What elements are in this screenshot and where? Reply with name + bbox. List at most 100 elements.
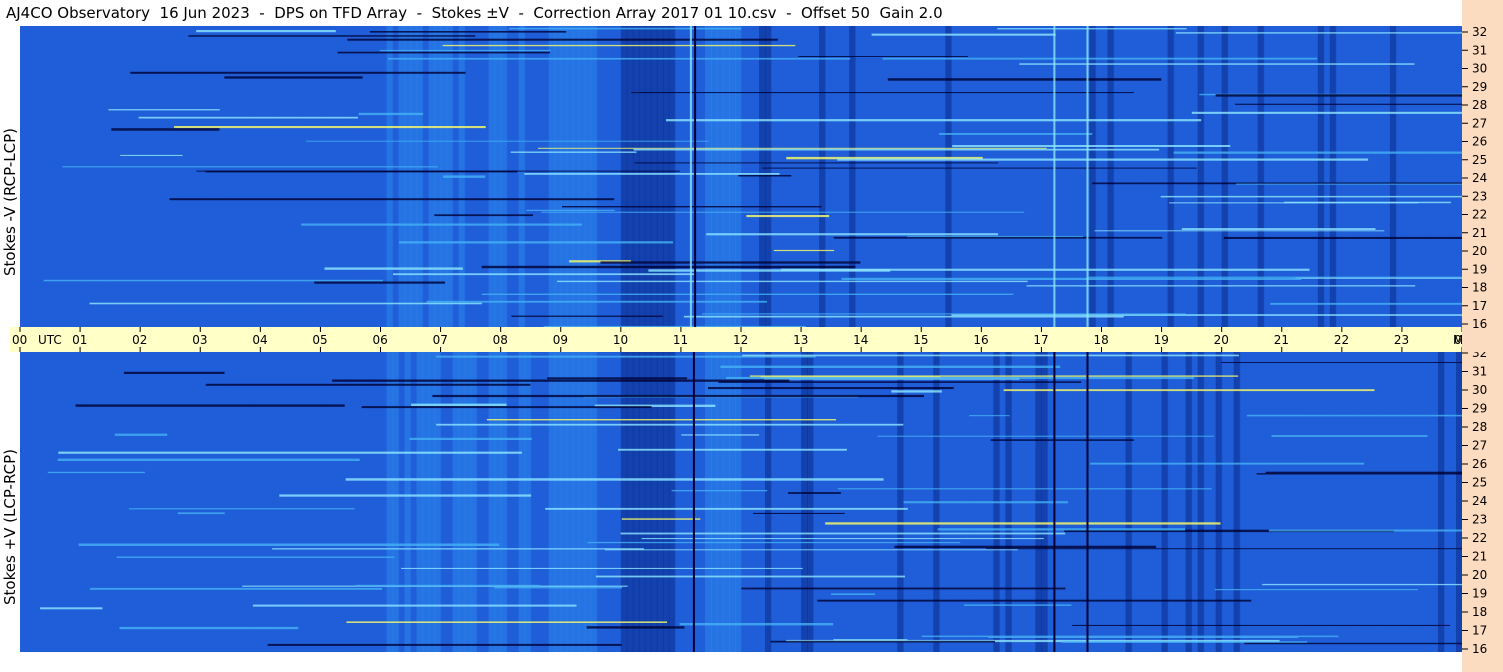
spectrogram-column — [602, 26, 610, 328]
spectrogram-column — [1407, 352, 1415, 652]
spectrogram-column — [614, 26, 622, 328]
spectrogram-column — [1329, 352, 1337, 652]
interference-streak — [882, 57, 1318, 60]
interference-streak — [301, 223, 582, 226]
spectrogram-column — [422, 352, 430, 652]
spectrogram-column — [212, 26, 219, 328]
spectrogram-column — [104, 26, 111, 328]
interference-streak — [788, 492, 841, 494]
spectrogram-column — [771, 26, 778, 328]
interference-streak — [679, 623, 834, 626]
frequency-tick-label: 17 — [1472, 624, 1487, 638]
time-tick-label: 15 — [913, 333, 928, 347]
spectrogram-column — [1299, 26, 1307, 328]
interference-streak — [738, 175, 792, 177]
frequency-tick-label: 29 — [1472, 402, 1487, 416]
interference-streak — [1271, 435, 1428, 437]
time-tick-label: 16 — [973, 333, 988, 347]
interference-streak — [1215, 94, 1462, 97]
interference-streak — [205, 383, 531, 386]
spectrogram-column — [314, 352, 322, 652]
spectrogram-column — [1089, 352, 1097, 652]
spectrogram-column — [1455, 352, 1462, 652]
spectrogram-column — [1233, 352, 1241, 652]
spectrogram-column — [915, 26, 922, 328]
interference-streak — [620, 532, 1066, 535]
interference-streak — [586, 626, 685, 629]
interference-streak — [205, 170, 518, 173]
frequency-tick-label: 21 — [1472, 226, 1487, 240]
spectrogram-column — [1173, 26, 1181, 328]
spectrogram-column — [1245, 26, 1253, 328]
spectrogram-column — [206, 352, 213, 652]
spectrogram-column — [206, 26, 213, 328]
spectrogram-column — [512, 26, 520, 328]
spectrogram-column — [290, 26, 297, 328]
interference-streak — [618, 448, 847, 451]
time-tick-label: 00 — [12, 333, 27, 347]
spectrogram-column — [1383, 352, 1391, 652]
interference-streak — [547, 377, 688, 380]
spectrogram-column — [1353, 352, 1361, 652]
spectrogram-column — [656, 26, 664, 328]
dark-time-line — [1053, 352, 1056, 652]
interference-streak — [903, 501, 1068, 504]
interference-streak — [871, 33, 1056, 36]
interference-streak — [1160, 195, 1462, 198]
spectrogram-column — [296, 26, 303, 328]
spectrogram-column — [32, 352, 39, 652]
spectrogram-column — [927, 26, 934, 328]
time-tick-label: 10 — [613, 333, 628, 347]
spectrogram-column — [1023, 26, 1030, 328]
spectrogram-column — [1131, 26, 1139, 328]
interference-streak — [116, 556, 395, 558]
spectrogram-column — [1191, 26, 1199, 328]
spectrogram-column — [182, 352, 189, 652]
interference-streak — [541, 211, 1025, 213]
spectrogram-column — [530, 26, 538, 328]
spectrogram-column — [20, 352, 27, 652]
frequency-tick-label: 26 — [1472, 135, 1487, 149]
spectrogram-column — [500, 26, 508, 328]
spectrogram-column — [1335, 352, 1343, 652]
spectrogram-column — [759, 26, 766, 328]
interference-streak — [545, 507, 908, 510]
interference-streak — [1214, 589, 1418, 591]
frequency-tick-label: 30 — [1472, 62, 1487, 76]
time-tick-label: 19 — [1154, 333, 1169, 347]
spectrogram-column — [56, 352, 63, 652]
interference-streak — [986, 548, 1462, 550]
spectrogram-column — [1371, 352, 1379, 652]
spectrogram-column — [1113, 352, 1121, 652]
interference-streak — [1072, 624, 1450, 626]
frequency-tick-label: 18 — [1472, 281, 1487, 295]
spectrogram-column — [128, 26, 135, 328]
spectrogram-column — [1311, 26, 1319, 328]
spectrogram-column — [200, 352, 207, 652]
spectrogram-column — [230, 26, 237, 328]
spectrogram-column — [1215, 352, 1223, 652]
time-tick-label: 14 — [853, 333, 868, 347]
time-tick-label: 01 — [72, 333, 87, 347]
interference-streak — [708, 387, 954, 390]
dark-time-line — [692, 352, 695, 652]
interference-streak — [1244, 642, 1462, 645]
spectrogram-column — [590, 26, 598, 328]
interference-streak — [587, 541, 961, 544]
interference-streak — [939, 133, 1093, 135]
top-panel-y-axis-label: Stokes -V (RCP-LCP) — [1, 128, 19, 276]
spectrogram-column — [1347, 352, 1355, 652]
interference-streak — [600, 261, 861, 264]
spectrogram-column — [380, 352, 388, 652]
spectrogram-column — [909, 26, 916, 328]
interference-streak — [753, 512, 845, 514]
spectrogram-column — [26, 26, 33, 328]
spectrogram-column — [1419, 352, 1427, 652]
spectrogram-column — [1251, 352, 1259, 652]
frequency-tick-label: 21 — [1472, 550, 1487, 564]
spectrogram-column — [1431, 26, 1439, 328]
spectrogram-column — [218, 26, 225, 328]
interference-streak — [358, 112, 424, 116]
interference-streak — [1026, 285, 1416, 287]
spectrogram-column — [933, 26, 940, 328]
